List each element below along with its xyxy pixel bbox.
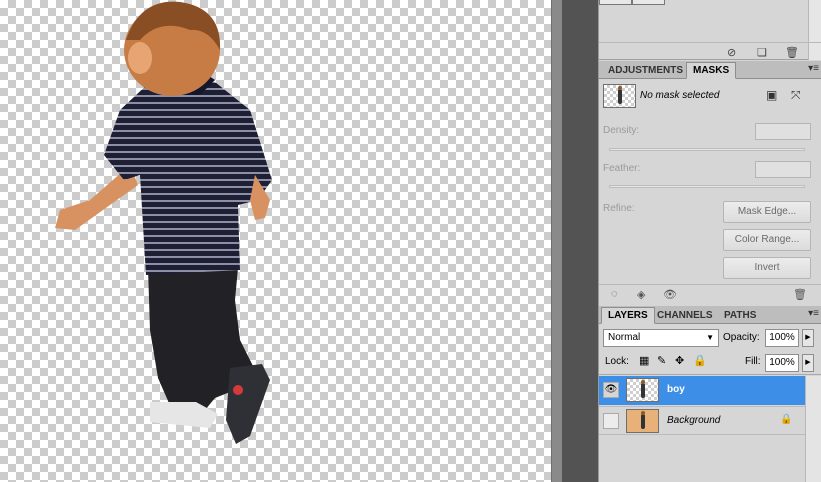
mask-edge-button[interactable]: Mask Edge... <box>723 201 811 223</box>
layer-name-boy[interactable]: boy <box>667 384 685 395</box>
blend-mode-select[interactable]: Normal ▼ <box>603 329 719 347</box>
pixel-mask-icon[interactable]: ▣ <box>766 88 777 102</box>
stub-swatch-2 <box>632 0 665 5</box>
mask-thumbnail <box>603 84 636 108</box>
lock-icon: 🔒 <box>780 414 793 425</box>
trash-icon[interactable]: 🗑 <box>785 46 799 59</box>
color-range-button[interactable]: Color Range... <box>723 229 811 251</box>
no-entry-icon[interactable]: ⊘ <box>727 46 736 59</box>
panel-gutter <box>562 0 598 482</box>
layer-row-boy[interactable]: 👁 boy <box>599 376 805 405</box>
eye-icon[interactable]: 👁 <box>603 382 619 398</box>
lock-transparency-icon[interactable]: ▦ <box>639 354 649 367</box>
layers-scrollbar[interactable] <box>805 376 821 482</box>
density-slider[interactable] <box>609 148 805 151</box>
mask-status: No mask selected <box>640 90 720 101</box>
delete-mask-icon[interactable]: 🗑 <box>793 288 807 301</box>
upper-panel-stub: ⊘ ❏ 🗑 <box>599 0 821 60</box>
tab-masks[interactable]: MASKS <box>686 62 737 79</box>
density-label: Density: <box>603 125 640 136</box>
tab-channels[interactable]: CHANNELS <box>650 307 720 324</box>
feather-slider[interactable] <box>609 185 805 188</box>
feather-field[interactable] <box>755 161 811 178</box>
new-item-icon[interactable]: ❏ <box>757 46 767 59</box>
panel-menu-icon[interactable]: ▾≡ <box>808 63 819 74</box>
upper-panel-footer: ⊘ ❏ 🗑 <box>599 42 821 60</box>
fill-field[interactable]: 100% <box>765 354 799 372</box>
layers-tabbar: LAYERS CHANNELS PATHS ▾≡ <box>599 306 821 324</box>
vector-mask-icon[interactable]: ⤧ <box>791 88 801 103</box>
layers-divider <box>599 374 821 375</box>
layer-name-background[interactable]: Background <box>667 415 720 426</box>
feather-label: Feather: <box>603 163 641 174</box>
panels-dock: ⊘ ❏ 🗑 ADJUSTMENTS MASKS ▾≡ No mask selec… <box>598 0 821 482</box>
lock-label: Lock: <box>605 356 629 367</box>
layer-thumbnail-background <box>626 409 659 433</box>
fill-label: Fill: <box>745 356 761 367</box>
document-canvas[interactable] <box>0 0 551 482</box>
chevron-down-icon: ▼ <box>706 333 714 342</box>
fill-slider-toggle[interactable]: ▶ <box>802 354 814 372</box>
layer-thumbnail-boy <box>626 378 659 402</box>
stub-swatch-1 <box>599 0 632 5</box>
layer-row-background[interactable]: Background 🔒 <box>599 406 805 435</box>
apply-mask-icon[interactable]: ◈ <box>637 288 645 301</box>
eye-hidden-icon[interactable] <box>603 413 619 429</box>
lock-position-icon[interactable]: ✥ <box>675 354 684 367</box>
refine-label: Refine: <box>603 203 635 214</box>
visibility-mask-icon[interactable]: 👁 <box>663 288 677 301</box>
lock-all-icon[interactable]: 🔒 <box>693 354 707 367</box>
masks-tabbar: ADJUSTMENTS MASKS ▾≡ <box>599 61 821 79</box>
boy-figure <box>55 1 272 444</box>
masks-footer: ◌ ◈ 👁 🗑 <box>599 284 821 304</box>
opacity-slider-toggle[interactable]: ▶ <box>802 329 814 347</box>
opacity-label: Opacity: <box>723 332 760 343</box>
opacity-field[interactable]: 100% <box>765 329 799 347</box>
layers-menu-icon[interactable]: ▾≡ <box>808 308 819 319</box>
blend-mode-value: Normal <box>608 332 641 343</box>
tab-adjustments[interactable]: ADJUSTMENTS <box>601 62 690 79</box>
tab-layers[interactable]: LAYERS <box>601 307 655 324</box>
density-field[interactable] <box>755 123 811 140</box>
lock-paint-icon[interactable]: ✎ <box>657 354 666 367</box>
tab-paths[interactable]: PATHS <box>717 307 763 324</box>
canvas-scroll-edge <box>551 0 562 482</box>
invert-button[interactable]: Invert <box>723 257 811 279</box>
load-selection-icon[interactable]: ◌ <box>611 288 618 300</box>
